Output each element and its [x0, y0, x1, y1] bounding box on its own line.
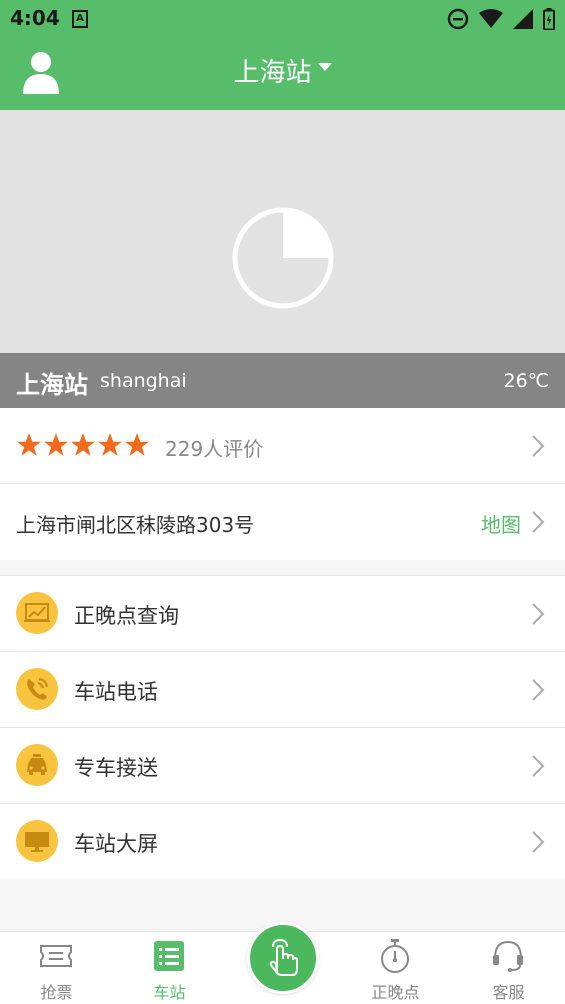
wifi-icon	[479, 9, 503, 28]
menu-item-label: 正晚点查询	[74, 604, 179, 628]
chevron-right-icon	[532, 511, 545, 533]
star-icon	[98, 433, 122, 456]
loading-spinner-icon	[232, 207, 334, 309]
menu-item-delay-query[interactable]: 正晚点查询	[0, 575, 565, 651]
menu-item-label: 车站电话	[74, 680, 158, 704]
star-icon	[17, 433, 41, 456]
chevron-right-icon	[532, 755, 545, 777]
star-icon	[71, 433, 95, 456]
notification-a-icon: A	[72, 10, 88, 28]
station-image	[0, 110, 565, 353]
status-icons	[447, 8, 555, 30]
chevron-right-icon	[532, 603, 545, 625]
tab-label: 抢票	[40, 983, 73, 1002]
status-time: 4:04	[10, 6, 60, 30]
star-rating	[16, 432, 150, 458]
tab-punctuality[interactable]: 正晚点	[339, 932, 452, 1004]
station-address: 上海市闸北区秣陵路303号	[16, 513, 255, 537]
tab-label: 客服	[492, 983, 525, 1002]
tab-station[interactable]: 车站	[113, 932, 226, 1004]
caret-down-icon	[317, 62, 332, 71]
menu-item-station-phone[interactable]: 车站电话	[0, 651, 565, 727]
menu-item-car-service[interactable]: 专车接送	[0, 727, 565, 803]
app-bar: 上海站	[0, 38, 565, 110]
tap-hand-icon	[269, 938, 298, 976]
star-icon	[44, 433, 68, 456]
temperature: 26℃	[503, 370, 549, 392]
dnd-icon	[447, 8, 469, 30]
station-info-bar: 上海站 shanghai 26℃	[0, 353, 565, 408]
signal-icon	[513, 9, 533, 29]
map-link[interactable]: 地图	[481, 509, 521, 538]
status-bar: 4:04 A	[0, 0, 565, 38]
station-selector-label: 上海站	[233, 58, 312, 88]
chevron-right-icon	[532, 435, 545, 457]
menu-item-label: 专车接送	[74, 756, 158, 780]
tab-support[interactable]: 客服	[452, 932, 565, 1004]
tab-label: 正晚点	[371, 983, 420, 1002]
tab-label: 车站	[153, 983, 186, 1002]
menu-item-station-screen[interactable]: 车站大屏	[0, 803, 565, 879]
tab-tickets[interactable]: 抢票	[0, 932, 113, 1004]
service-menu: 正晚点查询 车站电话 专车接送 车站大屏	[0, 575, 565, 879]
phone-icon	[16, 668, 58, 710]
chevron-right-icon	[532, 831, 545, 853]
station-pinyin: shanghai	[100, 370, 187, 392]
review-count: 229人评价	[165, 437, 264, 461]
station-name: 上海站	[16, 371, 88, 399]
taxi-icon	[16, 744, 58, 786]
battery-icon	[543, 8, 555, 30]
menu-item-label: 车站大屏	[74, 832, 158, 856]
address-row[interactable]: 上海市闸北区秣陵路303号 地图	[0, 484, 565, 560]
monitor-icon	[16, 820, 58, 862]
center-action-button[interactable]	[247, 922, 319, 994]
stopwatch-icon	[381, 939, 409, 973]
chart-icon	[16, 592, 58, 634]
ticket-icon	[40, 945, 72, 967]
chevron-right-icon	[532, 679, 545, 701]
headset-icon	[493, 940, 523, 972]
station-selector[interactable]: 上海站	[0, 52, 565, 89]
list-icon	[154, 941, 184, 971]
rating-row[interactable]: 229人评价	[0, 408, 565, 484]
star-icon	[125, 433, 149, 456]
